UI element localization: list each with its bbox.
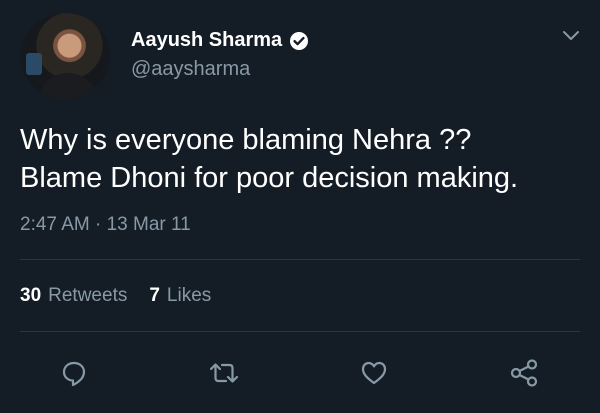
likes-count: 7	[149, 285, 160, 306]
tweet-card: Aayush Sharma @aaysharma Why is everyone…	[0, 0, 600, 413]
author-handle[interactable]: @aaysharma	[131, 58, 250, 81]
retweets-stat[interactable]: 30 Retweets	[20, 285, 127, 307]
tweet-text-line: Blame Dhoni for poor decision making.	[20, 162, 519, 194]
share-icon	[508, 358, 540, 388]
avatar-shoulders	[38, 73, 98, 99]
author-name[interactable]: Aayush Sharma	[131, 29, 282, 52]
reply-button[interactable]	[56, 355, 92, 391]
heart-icon	[359, 358, 389, 388]
avatar-background	[26, 53, 42, 75]
retweet-icon	[208, 358, 240, 388]
verified-badge-icon	[289, 31, 309, 51]
timestamp-separator: ·	[95, 214, 102, 235]
tweet-text: Why is everyone blaming Nehra ?? Blame D…	[20, 121, 580, 197]
tweet-date: 13 Mar 11	[106, 214, 191, 235]
share-button[interactable]	[506, 355, 542, 391]
retweets-count: 30	[20, 285, 42, 306]
tweet-actions	[0, 355, 600, 391]
likes-stat[interactable]: 7 Likes	[149, 285, 211, 307]
retweet-button[interactable]	[206, 355, 242, 391]
author-name-row[interactable]: Aayush Sharma	[131, 29, 309, 52]
like-button[interactable]	[356, 355, 392, 391]
avatar[interactable]	[20, 13, 110, 99]
reply-icon	[59, 358, 89, 388]
tweet-timestamp[interactable]: 2:47 AM · 13 Mar 11	[20, 214, 191, 236]
chevron-down-icon[interactable]	[560, 24, 582, 46]
divider	[20, 331, 580, 332]
divider	[20, 259, 580, 260]
tweet-time: 2:47 AM	[20, 214, 90, 235]
tweet-text-line: Why is everyone blaming Nehra ??	[20, 124, 472, 156]
likes-label: Likes	[166, 285, 212, 306]
tweet-stats: 30 Retweets 7 Likes	[20, 285, 225, 307]
retweets-label: Retweets	[48, 285, 128, 306]
